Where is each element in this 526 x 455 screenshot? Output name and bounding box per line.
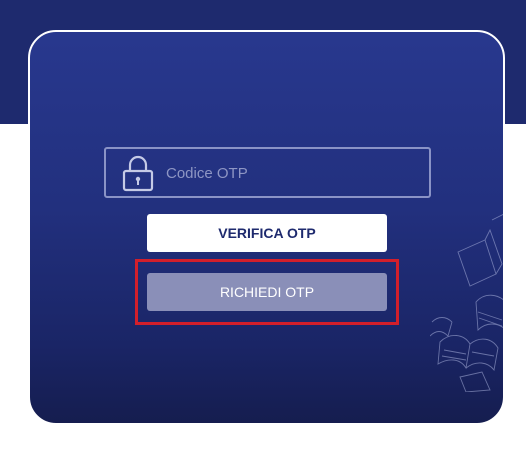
flying-books-icon <box>430 213 503 392</box>
verify-otp-button[interactable]: VERIFICA OTP <box>147 214 387 252</box>
lock-icon <box>122 155 154 192</box>
highlight-box <box>135 259 399 325</box>
otp-input[interactable] <box>164 149 428 198</box>
otp-field[interactable] <box>104 147 431 198</box>
otp-card: VERIFICA OTP RICHIEDI OTP <box>28 30 505 425</box>
